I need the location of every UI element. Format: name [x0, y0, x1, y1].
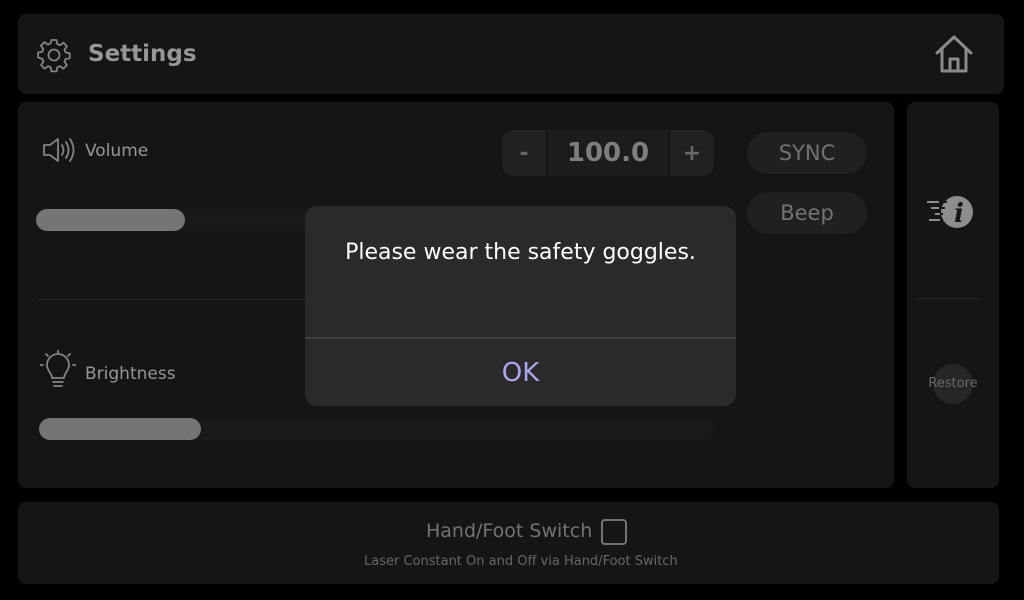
ok-button[interactable]: OK [305, 339, 736, 406]
dialog-message: Please wear the safety goggles. [345, 240, 696, 265]
safety-dialog: Please wear the safety goggles. OK [305, 206, 736, 406]
